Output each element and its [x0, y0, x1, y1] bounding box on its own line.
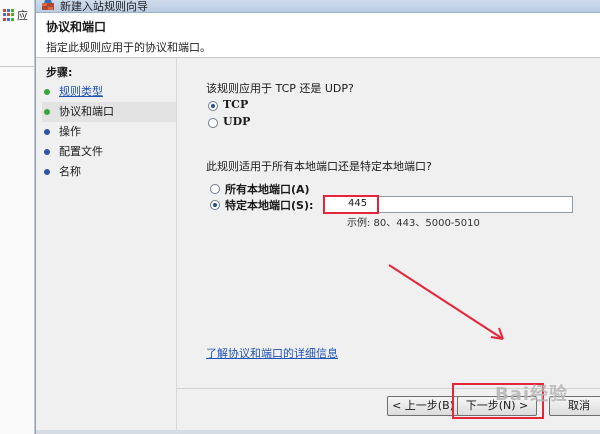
all-ports-label[interactable]: 所有本地端口(A)	[225, 181, 310, 197]
firewall-icon	[42, 0, 54, 10]
divider	[0, 66, 34, 67]
background-app: 应	[0, 0, 35, 434]
step-label: 协议和端口	[59, 105, 114, 118]
udp-radio[interactable]	[208, 118, 218, 128]
annotation-highlight-box	[323, 195, 379, 214]
ports-question: 此规则适用于所有本地端口还是特定本地端口?	[206, 160, 432, 173]
step-label: 操作	[59, 125, 81, 138]
step-pending-dot-icon	[44, 169, 50, 175]
background-app-text: 应	[17, 9, 28, 22]
step-label: 规则类型	[59, 85, 103, 98]
step-rule-type[interactable]: 规则类型	[42, 82, 176, 102]
step-label: 配置文件	[59, 145, 103, 158]
wizard-header: 协议和端口 指定此规则应用于的协议和端口。	[36, 13, 600, 58]
content-pane: 该规则应用于 TCP 还是 UDP? TCP UDP 此规则适用于所有本地端口还…	[177, 58, 600, 430]
specific-ports-label[interactable]: 特定本地端口(S):	[225, 197, 313, 213]
learn-more-link[interactable]: 了解协议和端口的详细信息	[206, 345, 338, 361]
step-pending-dot-icon	[44, 149, 50, 155]
step-current-dot-icon	[44, 109, 50, 115]
specific-ports-radio[interactable]	[210, 200, 220, 210]
protocol-question: 该规则应用于 TCP 还是 UDP?	[206, 82, 354, 95]
step-protocol-ports[interactable]: 协议和端口	[42, 102, 176, 122]
step-done-dot-icon	[44, 89, 50, 95]
udp-label[interactable]: UDP	[223, 115, 250, 128]
port-example: 示例: 80、443、5000-5010	[347, 218, 480, 229]
step-name[interactable]: 名称	[42, 162, 176, 182]
apps-grid-icon[interactable]	[3, 9, 15, 21]
window-bottom-edge	[36, 430, 600, 434]
steps-pane: 步骤: 规则类型 协议和端口 操作 配置文件 名称	[36, 58, 177, 430]
back-button[interactable]: < 上一步(B)	[387, 396, 459, 416]
step-profile[interactable]: 配置文件	[42, 142, 176, 162]
page-subtitle: 指定此规则应用于的协议和端口。	[46, 41, 211, 54]
tcp-label[interactable]: TCP	[223, 98, 248, 111]
step-label: 名称	[59, 165, 81, 178]
annotation-arrow-icon	[388, 264, 504, 340]
tcp-radio[interactable]	[208, 101, 218, 111]
title-bar[interactable]: 新建入站规则向导	[36, 0, 600, 13]
steps-label: 步骤:	[46, 66, 73, 79]
all-ports-radio[interactable]	[210, 184, 220, 194]
step-action[interactable]: 操作	[42, 122, 176, 142]
window-title: 新建入站规则向导	[60, 0, 148, 13]
wizard-window: 新建入站规则向导 协议和端口 指定此规则应用于的协议和端口。 步骤: 规则类型 …	[35, 0, 600, 434]
watermark: Bai经验	[495, 384, 569, 405]
step-pending-dot-icon	[44, 129, 50, 135]
page-title: 协议和端口	[46, 20, 107, 34]
